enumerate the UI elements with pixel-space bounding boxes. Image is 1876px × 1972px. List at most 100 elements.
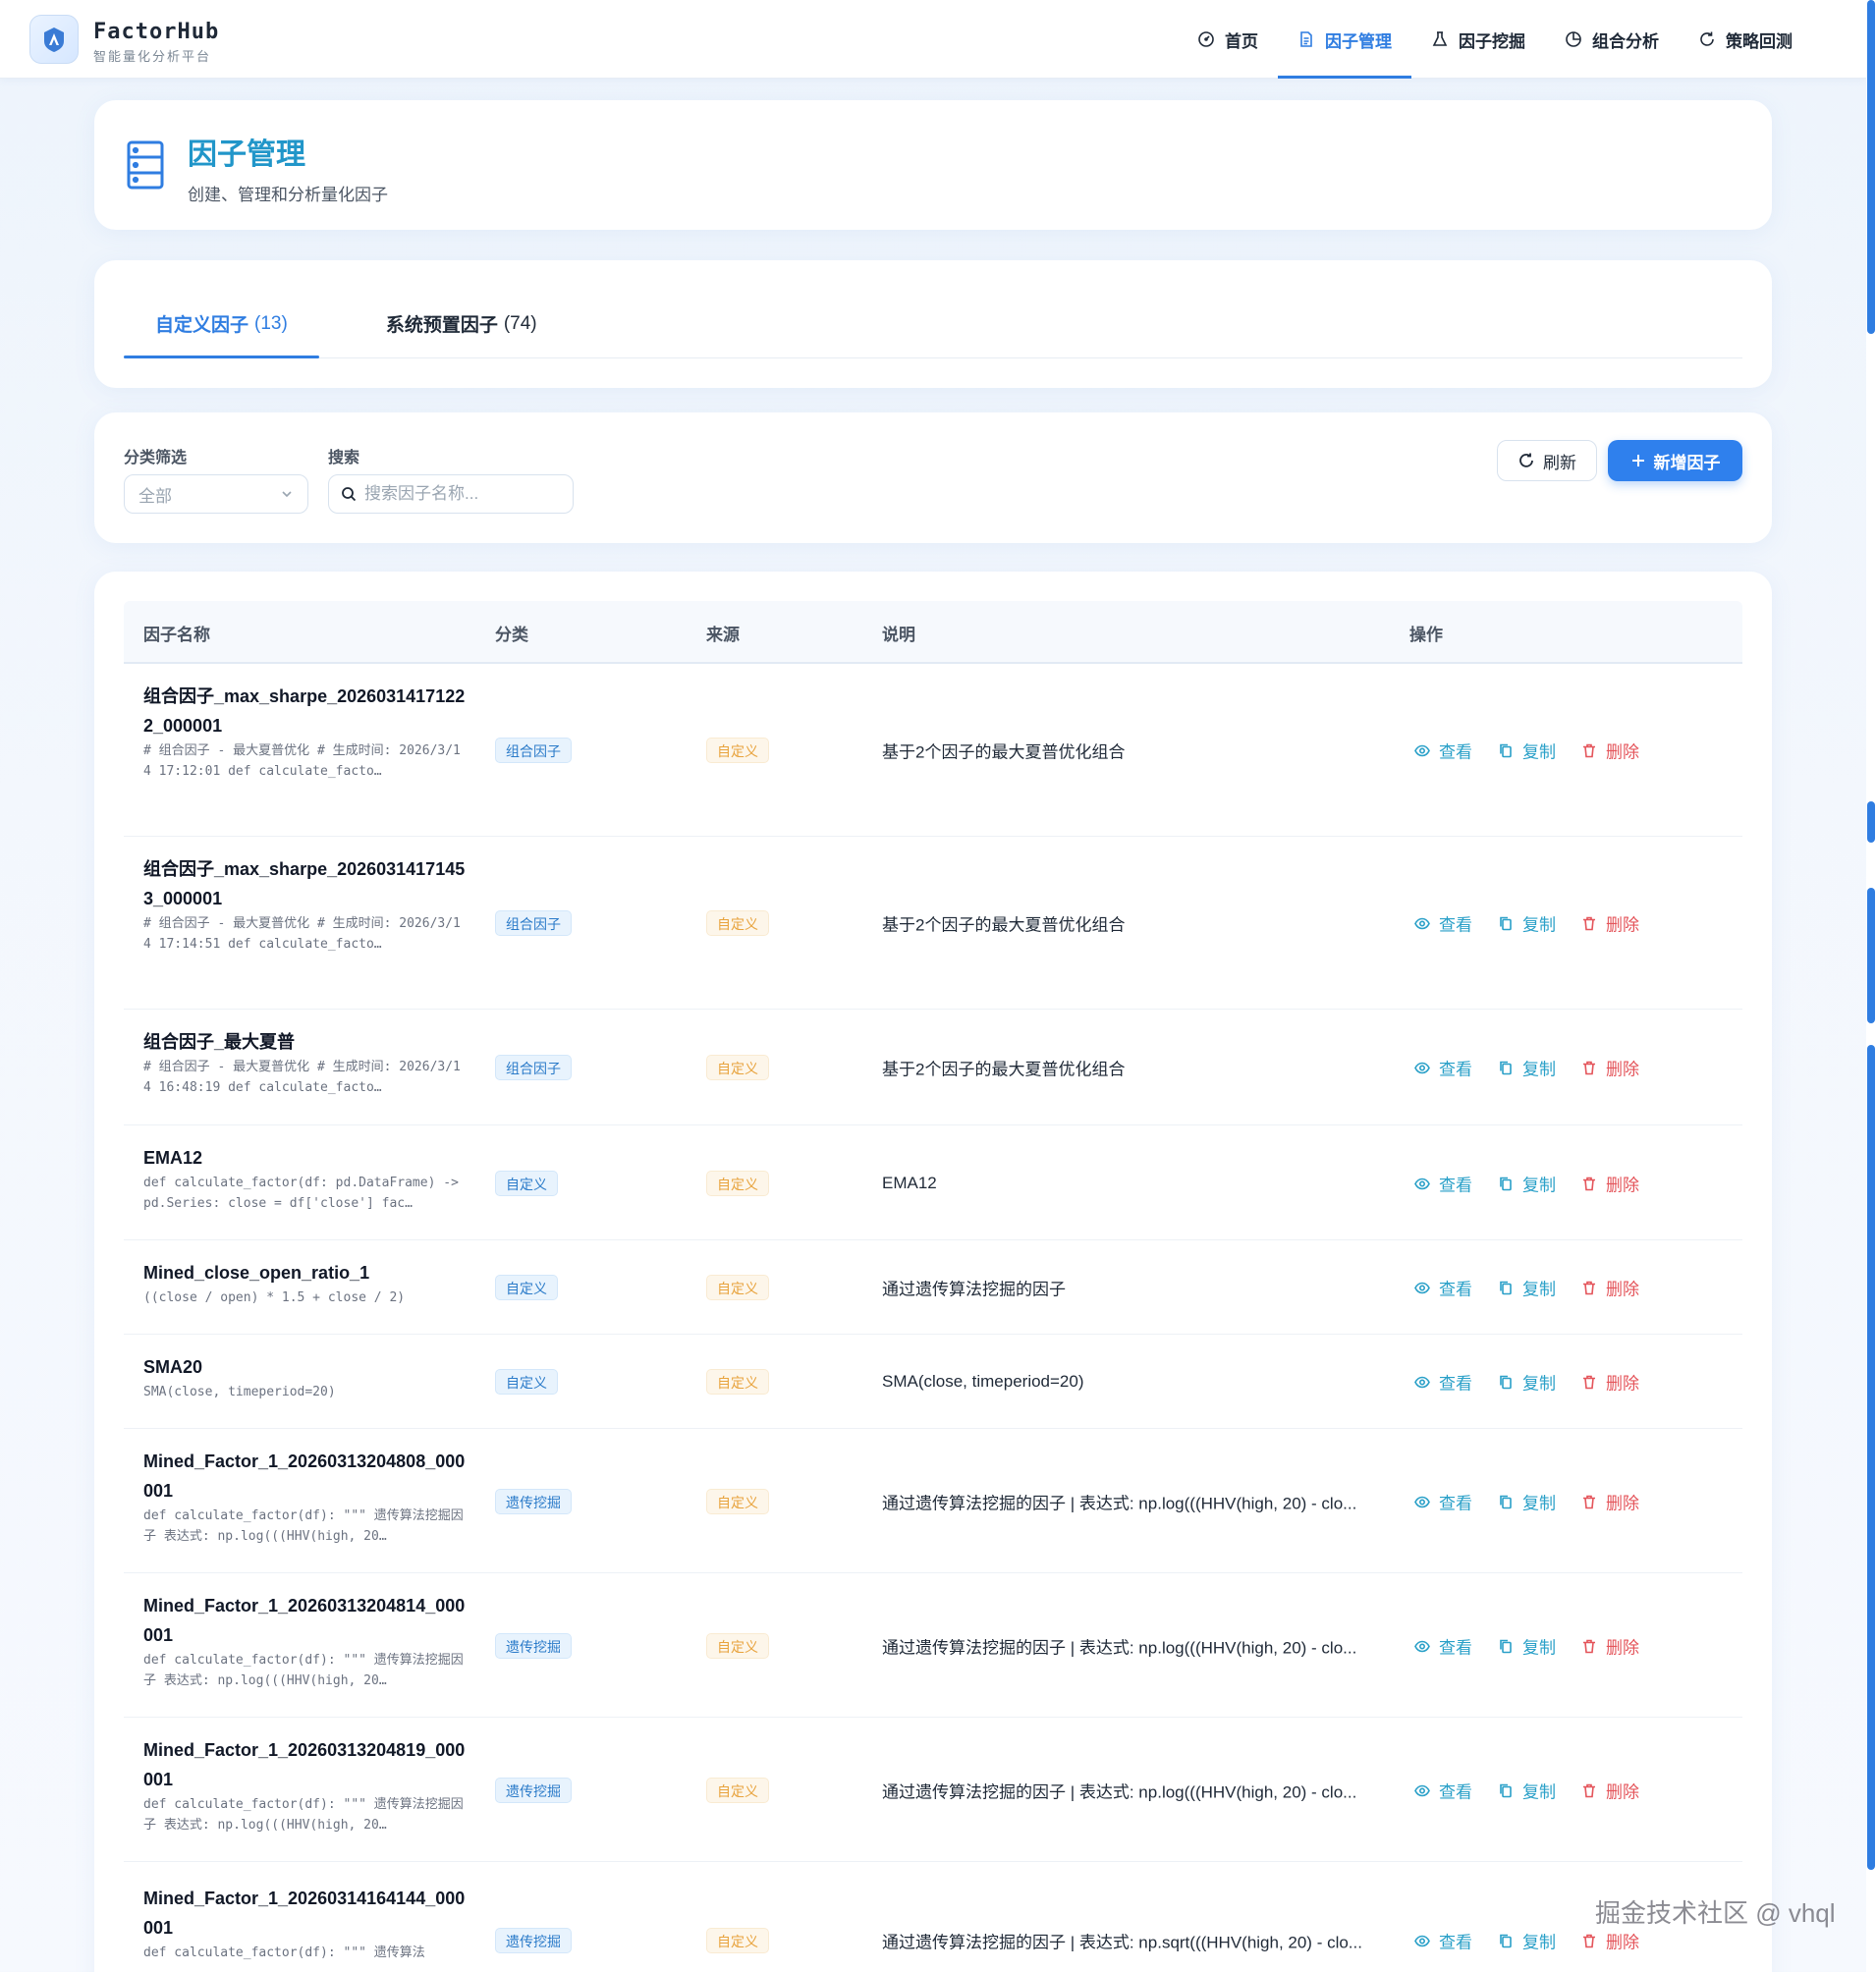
copy-button-label: 复制 [1522,1060,1556,1079]
category-tag: 自定义 [495,1369,558,1395]
dashboard-icon [1198,31,1214,47]
tab-system-factors[interactable]: 系统预置因子 (74) [355,290,569,357]
category-cell: 遗传挖掘 [495,1633,572,1659]
copy-button-label: 复制 [1522,1374,1556,1394]
actions-cell: 查看 复制 删除 [1414,911,1639,936]
view-button[interactable]: 查看 [1414,1056,1472,1080]
category-tag: 自定义 [495,1171,558,1196]
tab-label: 系统预置因子 [385,315,498,336]
category-cell: 自定义 [495,1171,558,1196]
delete-button[interactable]: 删除 [1581,1056,1639,1080]
refresh-icon [1700,31,1714,46]
view-button[interactable]: 查看 [1414,1370,1472,1395]
nav-item-portfolio-analysis[interactable]: 组合分析 [1545,0,1679,79]
eye-icon [1414,1640,1430,1652]
copy-button[interactable]: 复制 [1498,1056,1556,1080]
refresh-button-label: 刷新 [1543,453,1576,472]
delete-button[interactable]: 删除 [1581,1276,1639,1300]
eye-icon [1414,1784,1430,1796]
source-tag: 自定义 [706,1275,769,1300]
delete-button[interactable]: 删除 [1581,1172,1639,1196]
source-tag: 自定义 [706,1928,769,1953]
copy-button[interactable]: 复制 [1498,1370,1556,1395]
eye-icon [1414,1178,1430,1189]
copy-button[interactable]: 复制 [1498,1490,1556,1514]
copy-icon [1500,743,1512,757]
search-box[interactable] [328,474,574,514]
table-row: Mined_Factor_1_20260313204814_000001 def … [124,1573,1742,1718]
delete-button-label: 删除 [1606,1060,1639,1079]
delete-button[interactable]: 删除 [1581,739,1639,763]
copy-button[interactable]: 复制 [1498,911,1556,936]
view-button[interactable]: 查看 [1414,1276,1472,1300]
copy-button-label: 复制 [1522,1638,1556,1658]
category-select[interactable]: 全部 [124,474,308,514]
copy-button[interactable]: 复制 [1498,1276,1556,1300]
actions-cell: 查看 复制 删除 [1414,1172,1639,1196]
description-cell: EMA12 [882,1174,937,1192]
view-button[interactable]: 查看 [1414,911,1472,936]
factor-name: 组合因子_max_sharpe_20260314171222_000001 [143,686,466,736]
factor-name-cell: 组合因子_最大夏普 # 组合因子 - 最大夏普优化 # 生成时间: 2026/3/… [143,1027,468,1098]
trash-icon [1583,916,1595,930]
delete-button[interactable]: 删除 [1581,1929,1639,1953]
factor-name-cell: Mined_Factor_1_20260313204814_000001 def … [143,1591,468,1691]
source-tag: 自定义 [706,1171,769,1196]
refresh-button[interactable]: 刷新 [1497,440,1597,481]
flask-icon [1432,31,1448,46]
nav-label-factor-mining: 因子挖掘 [1459,31,1525,51]
factor-name: 组合因子_max_sharpe_20260314171453_000001 [143,859,466,908]
category-cell: 遗传挖掘 [495,1778,572,1803]
delete-button[interactable]: 删除 [1581,911,1639,936]
copy-button[interactable]: 复制 [1498,1172,1556,1196]
search-icon [342,487,357,502]
search-input[interactable] [364,484,561,504]
delete-button[interactable]: 删除 [1581,1634,1639,1659]
view-button-label: 查看 [1439,1374,1472,1394]
nav-label-factor-management: 因子管理 [1325,31,1392,51]
nav-item-factor-mining[interactable]: 因子挖掘 [1411,0,1545,79]
actions-cell: 查看 复制 删除 [1414,1779,1639,1803]
view-button[interactable]: 查看 [1414,1172,1472,1196]
delete-button[interactable]: 删除 [1581,1779,1639,1803]
source-cell: 自定义 [706,1928,769,1953]
delete-button-label: 删除 [1606,1494,1639,1513]
description-cell: 通过遗传算法挖掘的因子 | 表达式: np.log(((HHV(high, 20… [882,1638,1357,1658]
description-cell: 基于2个因子的最大夏普优化组合 [882,1060,1126,1079]
view-button[interactable]: 查看 [1414,1929,1472,1953]
tab-custom-factors[interactable]: 自定义因子 (13) [124,290,319,358]
factor-code-preview: def calculate_factor(df): """ 遗传算法 [143,1945,425,1960]
scrollbar-thumb[interactable] [1867,0,1875,334]
delete-button[interactable]: 删除 [1581,1370,1639,1395]
column-header-actions: 操作 [1409,625,1443,644]
nav-item-strategy-backtest[interactable]: 策略回测 [1679,0,1812,79]
category-select-value: 全部 [138,486,172,506]
delete-button-label: 删除 [1606,1933,1639,1952]
view-button[interactable]: 查看 [1414,1490,1472,1514]
source-cell: 自定义 [706,1778,769,1803]
copy-button[interactable]: 复制 [1498,1634,1556,1659]
table-row: Mined_Factor_1_20260313204808_000001 def … [124,1429,1742,1573]
logo-icon[interactable] [29,15,79,64]
view-button-label: 查看 [1439,1060,1472,1079]
delete-button[interactable]: 删除 [1581,1490,1639,1514]
view-button[interactable]: 查看 [1414,739,1472,763]
copy-icon [1500,1495,1512,1508]
nav-item-home[interactable]: 首页 [1178,0,1278,79]
factor-name: Mined_Factor_1_20260313204808_000001 [143,1452,466,1501]
nav-item-factor-management[interactable]: 因子管理 [1278,0,1411,79]
factor-code-preview: # 组合因子 - 最大夏普优化 # 生成时间: 2026/3/14 17:14:… [143,916,461,952]
trash-icon [1583,1061,1595,1074]
view-button[interactable]: 查看 [1414,1779,1472,1803]
source-cell: 自定义 [706,910,769,936]
copy-button[interactable]: 复制 [1498,1929,1556,1953]
eye-icon [1414,917,1430,929]
copy-button-label: 复制 [1522,1176,1556,1195]
delete-button-label: 删除 [1606,742,1639,762]
add-factor-button[interactable]: 新增因子 [1608,440,1742,481]
view-button[interactable]: 查看 [1414,1634,1472,1659]
category-cell: 遗传挖掘 [495,1489,572,1514]
copy-button[interactable]: 复制 [1498,739,1556,763]
page-scrollbar[interactable] [1866,0,1876,1972]
copy-button[interactable]: 复制 [1498,1779,1556,1803]
